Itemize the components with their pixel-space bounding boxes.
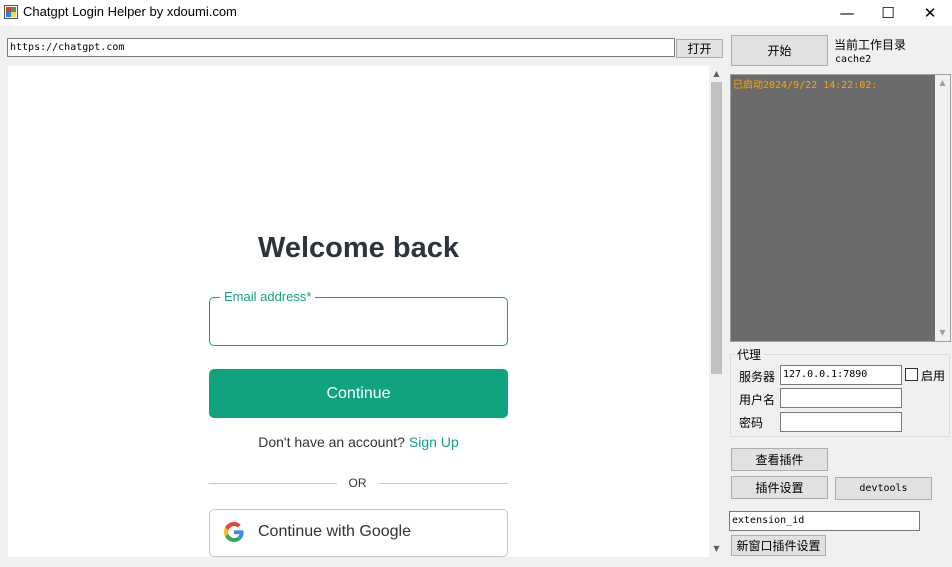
signup-prompt: Don't have an account? Sign Up <box>8 434 709 450</box>
welcome-heading: Welcome back <box>258 232 459 264</box>
new-window-plugin-settings-button[interactable]: 新窗口插件设置 <box>731 535 826 556</box>
proxy-server-input[interactable]: 127.0.0.1:7890 <box>780 365 902 385</box>
extension-id-input[interactable]: extension_id <box>729 511 920 531</box>
proxy-server-label: 服务器 <box>739 370 776 384</box>
maximize-icon[interactable]: ☐ <box>866 0 910 26</box>
url-input[interactable]: https://chatgpt.com <box>7 38 675 57</box>
devtools-button[interactable]: devtools <box>835 477 932 500</box>
log-output[interactable] <box>730 74 951 342</box>
start-button[interactable]: 开始 <box>731 35 828 66</box>
proxy-password-label: 密码 <box>739 416 764 430</box>
browser-scrollbar-thumb[interactable] <box>711 82 722 374</box>
email-field[interactable] <box>209 297 508 346</box>
log-scrollbar[interactable] <box>935 75 950 341</box>
continue-button[interactable]: Continue <box>209 369 508 418</box>
proxy-username-label: 用户名 <box>739 393 776 407</box>
minimize-icon[interactable]: — <box>825 0 869 26</box>
no-account-text: Don't have an account? <box>258 434 405 450</box>
window-title: Chatgpt Login Helper by xdoumi.com <box>23 4 237 19</box>
proxy-password-input[interactable] <box>780 412 902 432</box>
or-divider-text: OR <box>348 476 367 490</box>
working-directory-value: cache2 <box>835 54 872 65</box>
log-scroll-down-icon[interactable]: ▼ <box>935 327 950 339</box>
working-directory-label: 当前工作目录 <box>834 38 907 52</box>
google-button-label: Continue with Google <box>258 523 411 540</box>
divider-left <box>209 483 337 484</box>
scroll-up-icon[interactable]: ▲ <box>709 68 724 80</box>
log-line: 已启动2024/9/22 14:22:02: <box>733 80 878 91</box>
log-scroll-up-icon[interactable]: ▲ <box>935 77 950 89</box>
email-field-label: Email address* <box>220 289 316 304</box>
plugin-settings-button[interactable]: 插件设置 <box>731 476 828 499</box>
proxy-enable-label[interactable]: 启用 <box>921 367 945 384</box>
divider-right <box>378 483 508 484</box>
close-icon[interactable]: ✕ <box>908 0 952 26</box>
scroll-down-icon[interactable]: ▼ <box>709 543 724 555</box>
browser-view[interactable]: Welcome back Email address* Continue Don… <box>8 66 709 557</box>
proxy-username-input[interactable] <box>780 388 902 408</box>
app-icon <box>4 5 18 19</box>
signup-link[interactable]: Sign Up <box>409 434 459 450</box>
google-logo-icon <box>224 522 244 542</box>
proxy-enable-checkbox[interactable] <box>905 368 918 381</box>
view-plugins-button[interactable]: 查看插件 <box>731 448 828 471</box>
open-button[interactable]: 打开 <box>676 39 723 58</box>
proxy-group-title: 代理 <box>735 346 764 363</box>
